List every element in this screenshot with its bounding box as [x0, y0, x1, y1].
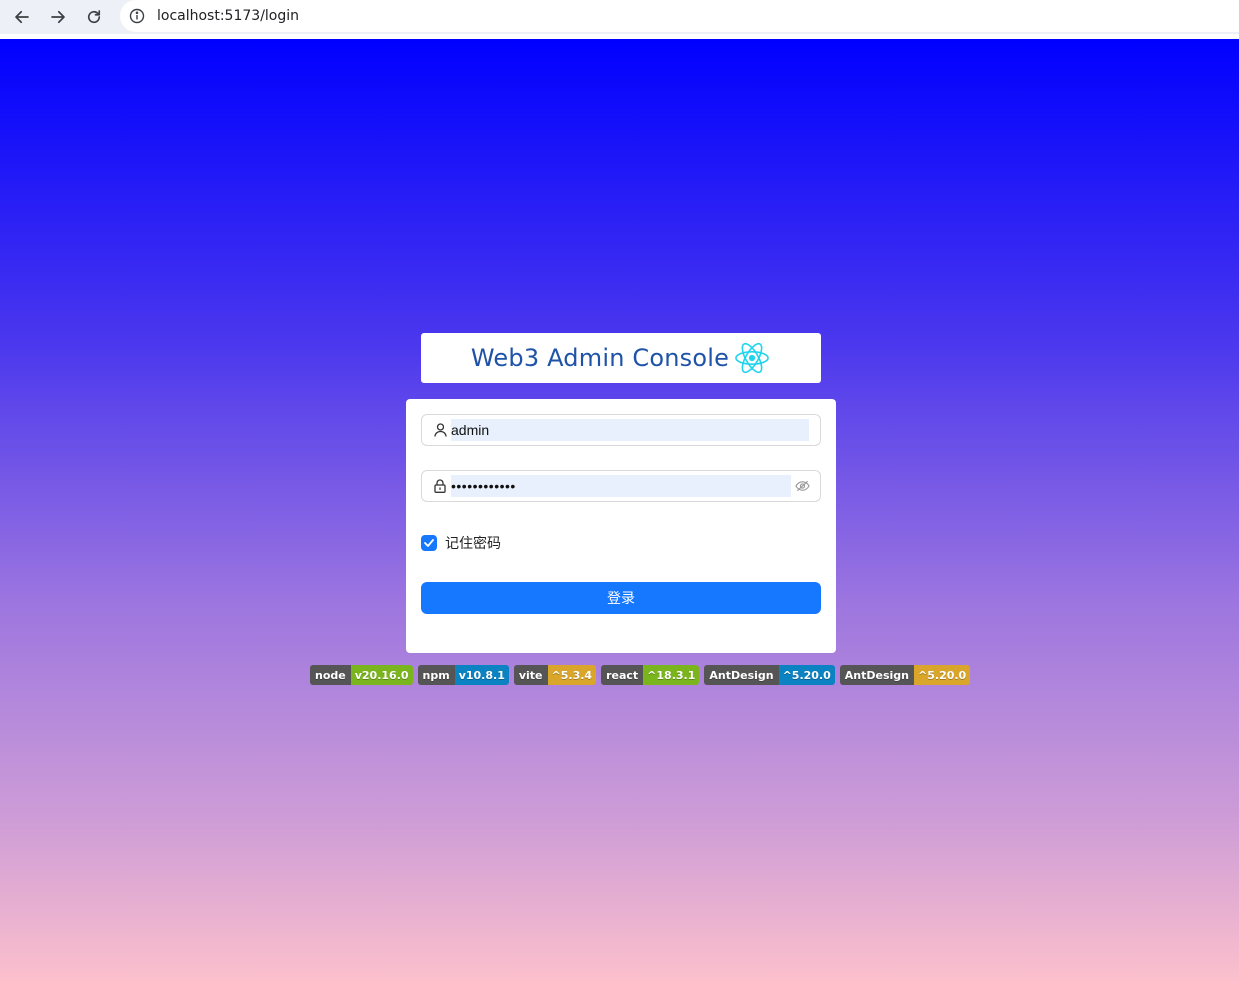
remember-password-label[interactable]: 记住密码	[445, 533, 501, 553]
version-badges: node v20.16.0 npm v10.8.1 vite ^5.3.4 react ^18…	[310, 665, 971, 685]
reload-icon	[87, 10, 101, 24]
password-input[interactable]	[451, 475, 791, 497]
version-badge[interactable]: node v20.16.0	[310, 665, 413, 685]
lock-icon	[433, 478, 447, 494]
arrow-left-icon	[15, 10, 29, 24]
reload-button[interactable]	[80, 3, 108, 31]
badge-label: react	[601, 665, 644, 685]
address-bar[interactable]: localhost:5173/login	[120, 0, 1239, 32]
back-button[interactable]	[8, 3, 36, 31]
badge-value: ^5.20.0	[778, 665, 835, 685]
checkbox-checked-icon[interactable]	[421, 535, 437, 551]
badge-label: vite	[513, 665, 548, 685]
badge-label: node	[310, 665, 351, 685]
badge-value: ^5.20.0	[914, 665, 971, 685]
badge-value: ^18.3.1	[643, 665, 700, 685]
site-info-icon[interactable]	[129, 8, 145, 24]
login-form: 记住密码 登录	[406, 399, 836, 653]
forward-button[interactable]	[44, 3, 72, 31]
version-badge[interactable]: npm v10.8.1	[417, 665, 509, 685]
login-button[interactable]: 登录	[421, 582, 821, 614]
app-title: Web3 Admin Console	[470, 344, 730, 372]
url-text[interactable]: localhost:5173/login	[157, 8, 299, 24]
badge-value: v10.8.1	[454, 665, 509, 685]
browser-toolbar: localhost:5173/login	[0, 0, 1239, 35]
app-title-box: Web3 Admin Console	[421, 333, 821, 383]
react-atom-icon	[735, 342, 769, 374]
login-page: Web3 Admin Console admin •••••••••••• 记住…	[0, 39, 1239, 982]
badge-label: AntDesign	[704, 665, 779, 685]
badge-label: AntDesign	[839, 665, 915, 685]
username-input[interactable]	[451, 419, 809, 441]
badge-label: npm	[417, 665, 455, 685]
version-badge[interactable]: AntDesign ^5.20.0	[704, 665, 835, 685]
username-field[interactable]	[421, 414, 821, 446]
arrow-right-icon	[51, 10, 65, 24]
password-field[interactable]	[421, 470, 821, 502]
eye-invisible-icon[interactable]	[794, 478, 810, 494]
user-icon	[433, 422, 447, 438]
badge-value: ^5.3.4	[547, 665, 597, 685]
version-badge[interactable]: vite ^5.3.4	[513, 665, 597, 685]
remember-password-checkbox[interactable]: 记住密码	[421, 533, 501, 553]
version-badge[interactable]: AntDesign ^5.20.0	[839, 665, 971, 685]
badge-value: v20.16.0	[350, 665, 413, 685]
version-badge[interactable]: react ^18.3.1	[601, 665, 700, 685]
